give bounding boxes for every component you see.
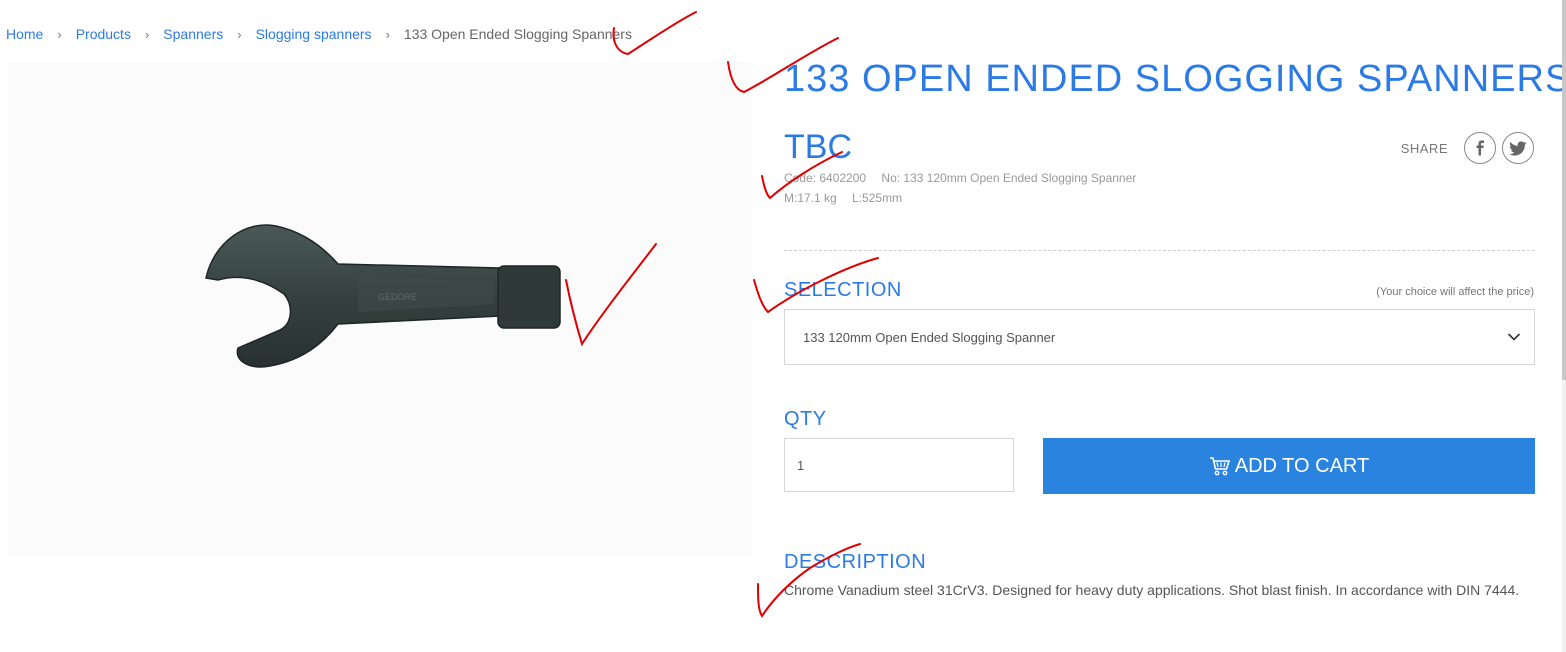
add-to-cart-label: ADD TO CART (1234, 454, 1370, 477)
product-image[interactable]: GEDORE (8, 62, 752, 556)
breadcrumb-current: 133 Open Ended Slogging Spanners (403, 26, 632, 42)
scrollbar-thumb[interactable] (1562, 0, 1566, 380)
product-mass: M:17.1 kg (784, 191, 837, 205)
qty-label: QTY (784, 408, 827, 430)
breadcrumb-products[interactable]: Products (76, 26, 131, 42)
chevron-right-icon: › (57, 26, 62, 42)
svg-text:GEDORE: GEDORE (378, 292, 417, 302)
breadcrumb: Home › Products › Spanners › Slogging sp… (6, 26, 632, 42)
price-note: (Your choice will affect the price) (1376, 286, 1534, 298)
divider (784, 250, 1535, 251)
breadcrumb-spanners[interactable]: Spanners (163, 26, 223, 42)
description-label: DESCRIPTION (784, 551, 927, 573)
chevron-down-icon (1494, 310, 1534, 364)
add-to-cart-button[interactable]: ADD TO CART (1043, 438, 1535, 494)
share-label: SHARE (1400, 140, 1448, 156)
product-meta-codes: Code: 6402200 No: 133 120mm Open Ended S… (784, 171, 1136, 185)
selection-dropdown[interactable]: 133 120mm Open Ended Slogging Spanner (784, 309, 1535, 365)
description-text: Chrome Vanadium steel 31CrV3. Designed f… (784, 582, 1520, 598)
product-number: No: 133 120mm Open Ended Slogging Spanne… (881, 171, 1137, 185)
product-meta-dimensions: M:17.1 kg L:525mm (784, 191, 902, 205)
selection-label: SELECTION (784, 279, 902, 301)
product-code: Code: 6402200 (784, 171, 867, 185)
breadcrumb-slogging-spanners[interactable]: Slogging spanners (256, 26, 372, 42)
product-length: L:525mm (852, 191, 903, 205)
scrollbar[interactable] (1562, 0, 1566, 652)
chevron-right-icon: › (385, 26, 390, 42)
chevron-right-icon: › (237, 26, 242, 42)
qty-input[interactable] (784, 438, 1014, 492)
product-price: TBC (784, 128, 852, 166)
twitter-icon[interactable] (1502, 132, 1534, 164)
product-title: 133 OPEN ENDED SLOGGING SPANNERS (784, 58, 1566, 100)
selection-value: 133 120mm Open Ended Slogging Spanner (803, 329, 1056, 345)
cart-icon (1209, 457, 1230, 476)
share-bar: SHARE (1401, 132, 1534, 164)
breadcrumb-home[interactable]: Home (6, 26, 43, 42)
facebook-icon[interactable] (1464, 132, 1496, 164)
slogging-spanner-image: GEDORE (205, 224, 561, 368)
chevron-right-icon: › (144, 26, 150, 42)
